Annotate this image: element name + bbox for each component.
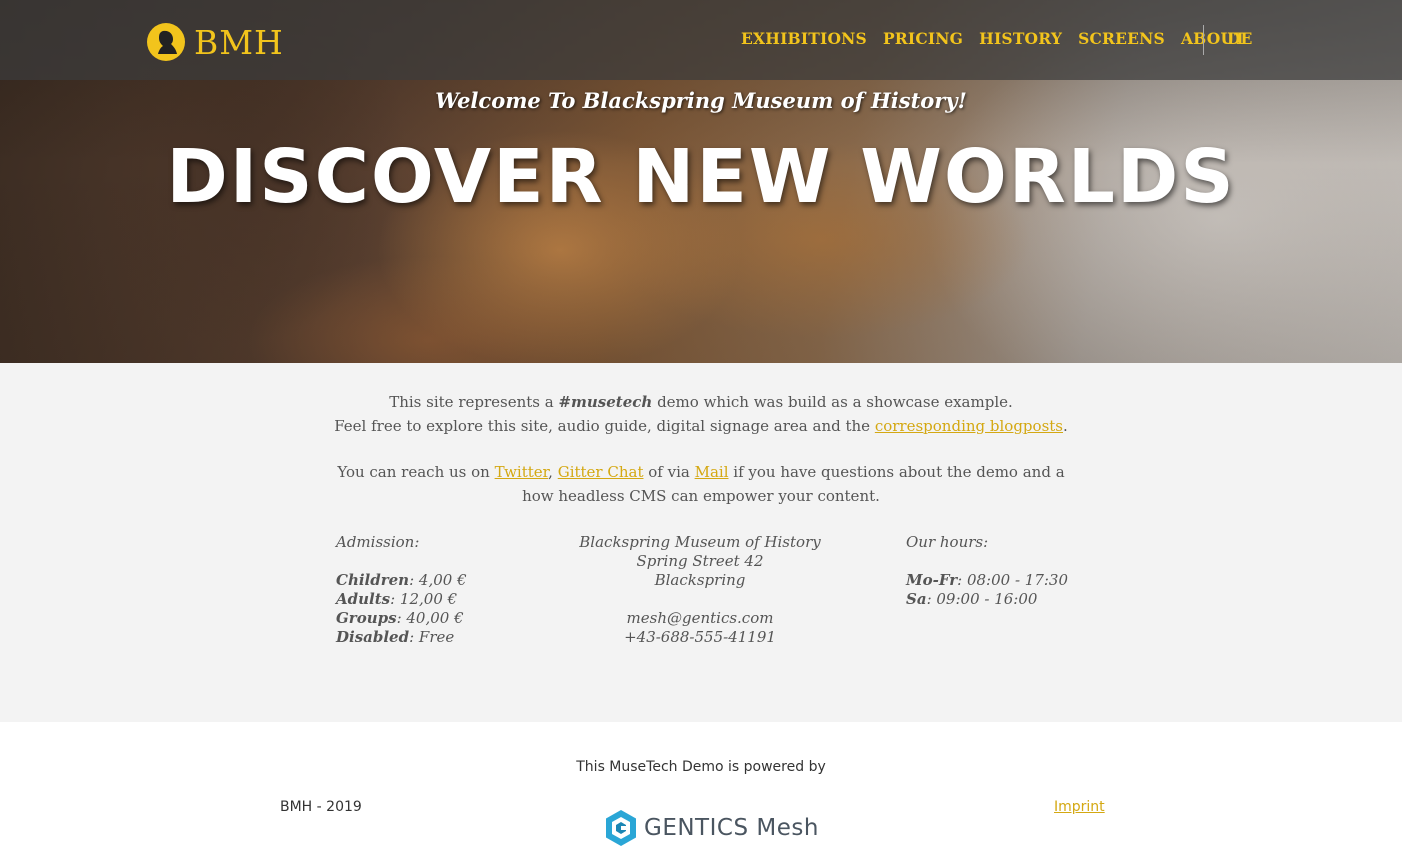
main-nav: EXHIBITIONS PRICING HISTORY SCREENS ABOU… (741, 29, 1262, 48)
opening-hours: Our hours: Mo-Fr: 08:00 - 17:30 Sa: 09:0… (906, 533, 1126, 609)
intro-text-fragment: . (1063, 417, 1068, 435)
hours-heading: Our hours: (906, 533, 989, 551)
powered-by-text: This MuseTech Demo is powered by (576, 759, 826, 775)
hours-row: Sa: 09:00 - 16:00 (906, 590, 1126, 609)
gentics-mesh-logo-link[interactable]: GENTICS Mesh (604, 809, 819, 847)
nav-divider (1203, 25, 1204, 55)
admission-price: : Free (409, 628, 455, 646)
admission-price: : 12,00 € (390, 590, 458, 608)
page-footer: This MuseTech Demo is powered by BMH - 2… (0, 722, 1402, 865)
museum-address: Blackspring Museum of History Spring Str… (500, 533, 900, 647)
bust-silhouette-icon (147, 23, 185, 61)
intro-text: This site represents a #musetech demo wh… (0, 390, 1402, 438)
admission-label: Adults (336, 590, 391, 608)
museum-email: mesh@gentics.com (626, 609, 774, 627)
hours-days: Sa (906, 590, 927, 608)
contact-text: You can reach us on Twitter, Gitter Chat… (330, 460, 1072, 508)
brand-home-link[interactable]: BMH (146, 22, 284, 62)
intro-text-fragment: Feel free to explore this site, audio gu… (334, 417, 875, 435)
museum-street: Spring Street 42 (636, 552, 764, 570)
admission-price: : 40,00 € (396, 609, 464, 627)
admission-label: Children (336, 571, 410, 589)
contact-text-fragment: , (548, 463, 553, 481)
nav-screens[interactable]: SCREENS (1078, 29, 1165, 48)
language-switch[interactable]: DE (1227, 29, 1252, 48)
hero-headline: DISCOVER NEW WORLDS (166, 134, 1236, 220)
admission-price: : 4,00 € (409, 571, 467, 589)
hero-banner: BMH EXHIBITIONS PRICING HISTORY SCREENS … (0, 0, 1402, 363)
gentics-mesh-logo-text: GENTICS Mesh (644, 815, 819, 841)
admission-label: Disabled (336, 628, 410, 646)
twitter-link[interactable]: Twitter (495, 463, 549, 481)
blogposts-link[interactable]: corresponding blogposts (875, 417, 1063, 435)
hours-time: : 08:00 - 17:30 (957, 571, 1069, 589)
intro-text-fragment: demo which was build as a showcase examp… (652, 393, 1013, 411)
mail-link[interactable]: Mail (695, 463, 729, 481)
hours-row: Mo-Fr: 08:00 - 17:30 (906, 571, 1126, 590)
museum-name: Blackspring Museum of History (579, 533, 821, 551)
gentics-hexagon-icon (606, 810, 636, 846)
intro-line-1: This site represents a #musetech demo wh… (0, 390, 1402, 414)
gitter-chat-link[interactable]: Gitter Chat (558, 463, 644, 481)
nav-exhibitions[interactable]: EXHIBITIONS (741, 29, 867, 48)
hours-time: : 09:00 - 16:00 (926, 590, 1038, 608)
intro-text-fragment: This site represents a (389, 393, 559, 411)
museum-phone: +43-688-555-41191 (624, 628, 776, 646)
nav-pricing[interactable]: PRICING (883, 29, 963, 48)
top-navbar: BMH EXHIBITIONS PRICING HISTORY SCREENS … (0, 0, 1402, 80)
brand-name: BMH (194, 22, 284, 62)
contact-text-fragment: You can reach us on (337, 463, 495, 481)
museum-city: Blackspring (654, 571, 746, 589)
admission-label: Groups (336, 609, 397, 627)
intro-line-2: Feel free to explore this site, audio gu… (0, 414, 1402, 438)
contact-text-fragment: of via (643, 463, 695, 481)
copyright-text: BMH - 2019 (280, 799, 362, 815)
hours-days: Mo-Fr (906, 571, 958, 589)
main-content: This site represents a #musetech demo wh… (0, 363, 1402, 722)
welcome-text: Welcome To Blackspring Museum of History… (435, 88, 967, 113)
imprint-link[interactable]: Imprint (1054, 799, 1105, 815)
nav-history[interactable]: HISTORY (979, 29, 1062, 48)
musetech-tag: #musetech (558, 393, 653, 411)
